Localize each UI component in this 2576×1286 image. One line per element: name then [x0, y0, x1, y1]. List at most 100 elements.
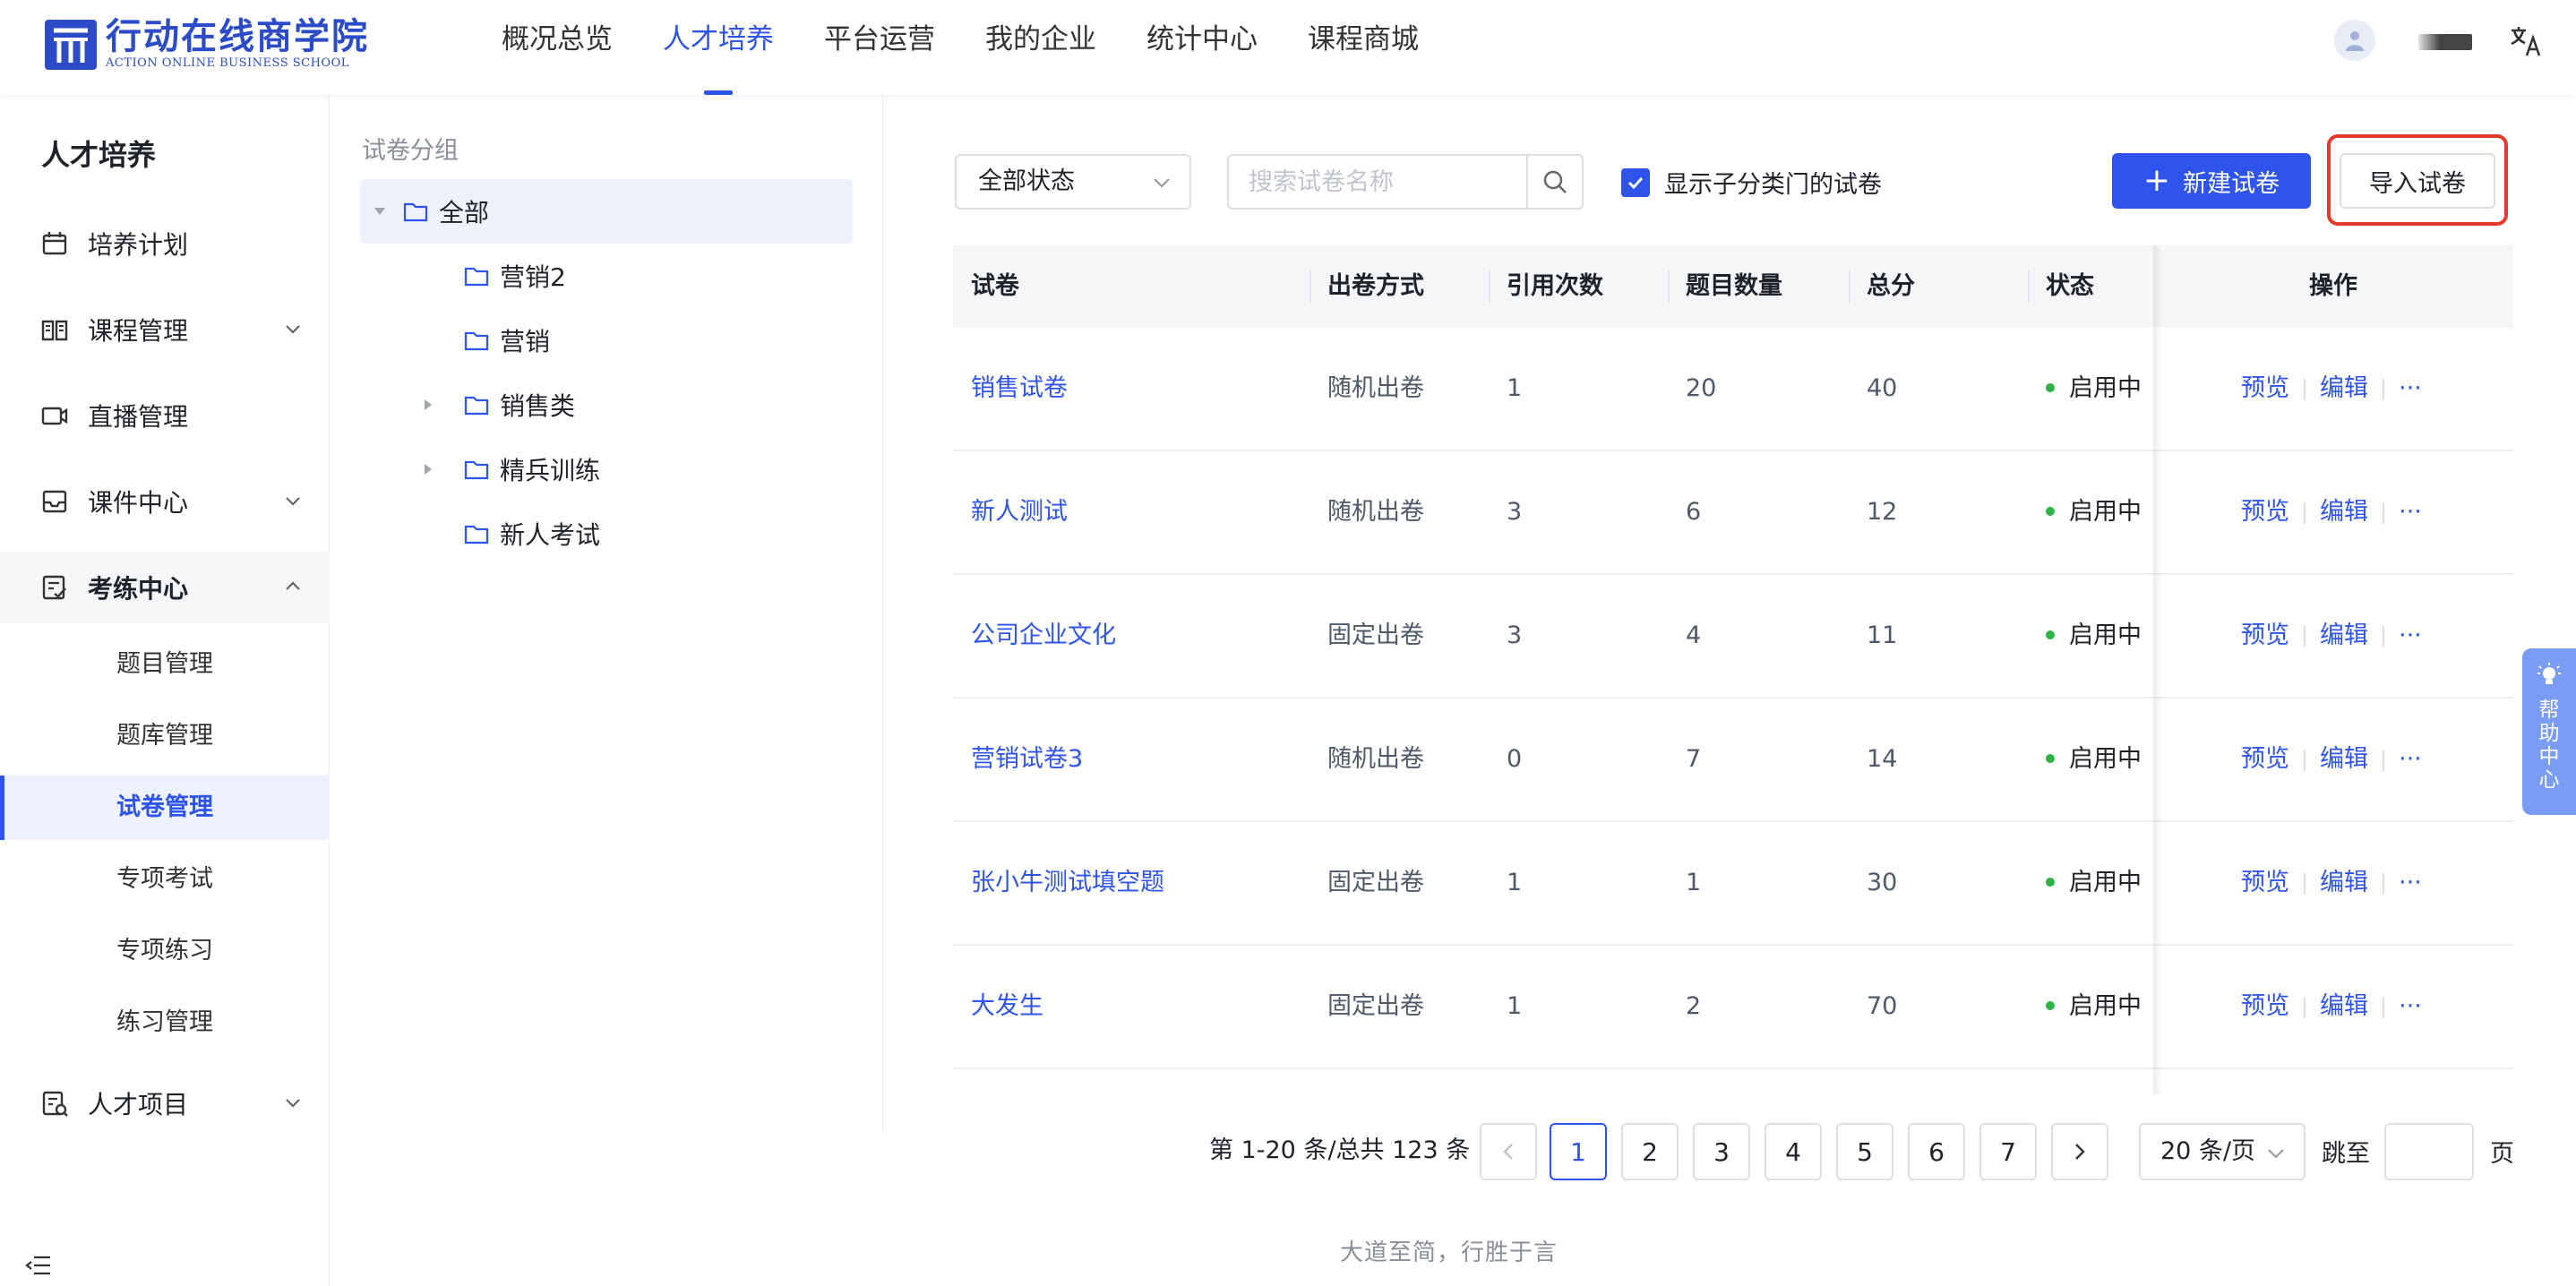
next-page-button[interactable] [2051, 1123, 2108, 1180]
help-center-button[interactable]: 帮助中心 [2522, 648, 2576, 815]
paper-name-link[interactable]: 营销试卷3 [971, 699, 1083, 820]
search-input[interactable] [1229, 156, 1528, 208]
paper-name-link[interactable]: 公司企业文化 [971, 575, 1116, 697]
username-redacted[interactable] [2418, 34, 2472, 50]
brand-logo[interactable]: 行动在线商学院 ACTION ONLINE BUSINESS SCHOOL [43, 16, 369, 72]
tree-node-newcomer-exam[interactable]: 新人考试 [464, 502, 600, 566]
sidebar-item-training-plan[interactable]: 培养计划 [0, 208, 330, 279]
paper-references: 3 [1507, 498, 1523, 526]
tree-node-marketing2[interactable]: 营销2 [464, 244, 566, 308]
page-size-select[interactable]: 20 条/页 [2139, 1123, 2306, 1180]
preview-link[interactable]: 预览 [2241, 745, 2289, 773]
tree-node-label: 全部 [439, 198, 490, 227]
topnav-operations[interactable]: 平台运营 [824, 0, 935, 95]
page-button-6[interactable]: 6 [1908, 1123, 1965, 1180]
sidebar-subitem-question-management[interactable]: 题目管理 [0, 632, 330, 697]
more-actions-icon[interactable]: ··· [2399, 869, 2422, 896]
more-actions-icon[interactable]: ··· [2399, 622, 2422, 649]
paper-name-link[interactable]: 张小牛测试填空题 [971, 822, 1164, 944]
edit-link[interactable]: 编辑 [2320, 992, 2368, 1020]
topnav-statistics[interactable]: 统计中心 [1146, 0, 1258, 95]
new-paper-label: 新建试卷 [2183, 169, 2280, 198]
show-subcategory-checkbox[interactable]: 显示子分类门的试卷 [1621, 165, 1882, 200]
sidebar-subitem-special-exam[interactable]: 专项考试 [0, 847, 330, 912]
tree-node-sales[interactable]: 销售类 [421, 373, 575, 437]
paper-references: 1 [1507, 869, 1523, 896]
chevron-up-icon [286, 581, 300, 590]
tree-node-all[interactable]: 全部 [360, 179, 853, 244]
tree-node-marketing[interactable]: 营销 [464, 308, 550, 373]
exam-icon [42, 575, 66, 600]
sidebar-item-exam-center[interactable]: 考练中心 [0, 552, 330, 623]
page-button-2[interactable]: 2 [1621, 1123, 1679, 1180]
preview-link[interactable]: 预览 [2241, 622, 2289, 649]
collapse-menu-icon[interactable] [25, 1254, 52, 1277]
prev-page-button[interactable] [1480, 1123, 1537, 1180]
edit-link[interactable]: 编辑 [2320, 869, 2368, 896]
paper-total-score: 30 [1867, 869, 1898, 896]
more-actions-icon[interactable]: ··· [2399, 498, 2422, 526]
checkbox[interactable] [1621, 167, 1650, 197]
new-paper-button[interactable]: + 新建试卷 [2112, 153, 2311, 209]
preview-link[interactable]: 预览 [2241, 869, 2289, 896]
sidebar-item-label: 考练中心 [88, 574, 189, 604]
preview-link[interactable]: 预览 [2241, 498, 2289, 526]
paper-mode: 固定出卷 [1327, 992, 1424, 1020]
edit-link[interactable]: 编辑 [2320, 622, 2368, 649]
caret-right-icon[interactable] [421, 398, 435, 412]
paper-name-link[interactable]: 大发生 [971, 946, 1043, 1067]
paper-status: 启用中 [2046, 822, 2142, 944]
topnav-talent[interactable]: 人才培养 [663, 0, 774, 95]
chevron-right-icon [2075, 1144, 2085, 1160]
sidebar-item-courseware-center[interactable]: 课件中心 [0, 466, 330, 537]
folder-icon [464, 460, 489, 480]
edit-link[interactable]: 编辑 [2320, 374, 2368, 402]
folder-icon [464, 267, 489, 287]
import-paper-button[interactable]: 导入试卷 [2340, 153, 2495, 209]
paper-question-count: 2 [1686, 992, 1702, 1020]
search-button[interactable] [1526, 156, 1582, 208]
page-button-5[interactable]: 5 [1836, 1123, 1893, 1180]
sidebar-item-course-management[interactable]: 课程管理 [0, 294, 330, 365]
more-actions-icon[interactable]: ··· [2399, 374, 2422, 402]
preview-link[interactable]: 预览 [2241, 992, 2289, 1020]
action-divider [2304, 378, 2306, 400]
page-button-3[interactable]: 3 [1693, 1123, 1750, 1180]
action-divider [2304, 625, 2306, 647]
column-divider [1668, 270, 1670, 303]
topnav-overview[interactable]: 概况总览 [502, 0, 613, 95]
tree-node-elite-training[interactable]: 精兵训练 [421, 437, 600, 502]
sidebar-subitem-special-practice[interactable]: 专项练习 [0, 919, 330, 983]
paper-status: 启用中 [2046, 699, 2142, 820]
sidebar-subitem-question-bank[interactable]: 题库管理 [0, 704, 330, 768]
paper-name-link[interactable]: 销售试卷 [971, 328, 1068, 450]
more-actions-icon[interactable]: ··· [2399, 992, 2422, 1020]
avatar[interactable] [2334, 20, 2375, 61]
sidebar-item-label: 课件中心 [88, 488, 189, 518]
sidebar-subitem-paper-management[interactable]: 试卷管理 [0, 776, 330, 840]
paper-name-link[interactable]: 新人测试 [971, 451, 1068, 573]
status-filter-select[interactable]: 全部状态 [955, 154, 1191, 210]
topnav-my-company[interactable]: 我的企业 [985, 0, 1096, 95]
edit-link[interactable]: 编辑 [2320, 745, 2368, 773]
sidebar-item-label: 课程管理 [88, 316, 189, 346]
more-actions-icon[interactable]: ··· [2399, 745, 2422, 773]
sidebar-item-talent-project[interactable]: 人才项目 [0, 1067, 330, 1139]
caret-right-icon[interactable] [421, 462, 435, 476]
sidebar-item-live-management[interactable]: 直播管理 [0, 380, 330, 451]
topnav-course-mall[interactable]: 课程商城 [1308, 0, 1419, 95]
sidebar-subitem-practice-management[interactable]: 练习管理 [0, 990, 330, 1055]
preview-link[interactable]: 预览 [2241, 374, 2289, 402]
folder-icon [403, 202, 428, 222]
page-button-4[interactable]: 4 [1765, 1123, 1822, 1180]
sidebar: 人才培养 培养计划 课程管理 直播管理 课件中心 考练中心 题目管理 题库管理 … [0, 95, 330, 1286]
edit-link[interactable]: 编辑 [2320, 498, 2368, 526]
paper-question-count: 1 [1686, 869, 1702, 896]
jump-page-input[interactable] [2384, 1123, 2474, 1180]
row-actions: 预览 编辑 ··· [2241, 822, 2422, 944]
page-button-7[interactable]: 7 [1979, 1123, 2037, 1180]
caret-down-icon[interactable] [373, 204, 387, 219]
translate-icon[interactable] [2508, 23, 2544, 59]
column-header-references: 引用次数 [1507, 272, 1603, 300]
page-button-1[interactable]: 1 [1550, 1123, 1607, 1180]
